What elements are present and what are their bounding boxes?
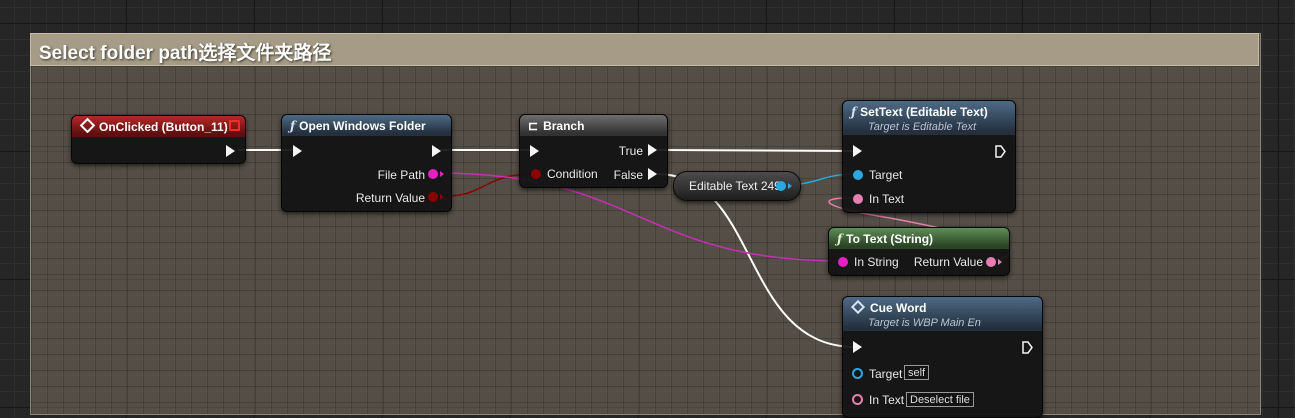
- instring-pin[interactable]: [838, 257, 848, 267]
- function-icon: ƒ: [290, 119, 296, 133]
- var-out-pin[interactable]: [776, 181, 786, 191]
- node-open-title: Open Windows Folder: [299, 119, 426, 133]
- function-icon: ƒ: [837, 232, 843, 246]
- exec-out-pin-outline: [995, 145, 1006, 158]
- node-totext-header: ƒ To Text (String): [829, 228, 1009, 249]
- false-label: False: [613, 168, 643, 182]
- instring-label: In String: [854, 255, 899, 269]
- node-editable-text-var[interactable]: Editable Text 249: [673, 171, 801, 201]
- exec-in-pin[interactable]: [530, 145, 539, 157]
- node-branch-header: ⊏ Branch: [520, 115, 667, 136]
- exec-in-pin[interactable]: [293, 145, 302, 157]
- target-label: Target: [869, 367, 903, 381]
- function-icon: ƒ: [851, 105, 857, 119]
- exec-out-pin[interactable]: [995, 145, 1006, 159]
- exec-wire-true-to-settext: [656, 149, 856, 152]
- branch-icon: ⊏: [528, 119, 539, 133]
- condition-label: Condition: [547, 167, 598, 181]
- event-icon: [79, 117, 96, 134]
- var-label: Editable Text 249: [689, 179, 781, 193]
- node-branch[interactable]: ⊏ Branch True Condition False: [519, 114, 668, 188]
- node-settext-title: SetText (Editable Text): [860, 105, 988, 119]
- node-cueword-subtitle: Target is WBP Main En: [868, 317, 981, 329]
- var-out-pin-arrow: [788, 183, 792, 189]
- node-onclicked[interactable]: OnClicked (Button_11): [71, 115, 246, 164]
- target-pin[interactable]: [852, 368, 863, 379]
- totext-return-label: Return Value: [913, 255, 983, 269]
- intext-pin[interactable]: [853, 194, 863, 204]
- exec-in-pin[interactable]: [853, 341, 862, 353]
- condition-pin[interactable]: [531, 169, 541, 179]
- node-cueword-header: Cue Word Target is WBP Main En: [843, 297, 1042, 331]
- file-path-pin-arrow: [440, 171, 444, 177]
- target-pin[interactable]: [853, 170, 863, 180]
- node-open-header: ƒ Open Windows Folder: [282, 115, 451, 136]
- function-icon: [850, 299, 866, 315]
- exec-out-pin-outline: [1022, 341, 1033, 354]
- node-totext-title: To Text (String): [846, 232, 934, 246]
- wires-layer: [238, 149, 1010, 348]
- totext-return-pin[interactable]: [986, 257, 996, 267]
- true-exec-pin[interactable]: [648, 144, 657, 156]
- exec-in-pin[interactable]: [853, 145, 862, 157]
- exec-out-pin[interactable]: [432, 145, 441, 157]
- return-value-pin-arrow: [440, 194, 444, 200]
- node-settext[interactable]: ƒ SetText (Editable Text) Target is Edita…: [842, 100, 1016, 213]
- exec-out-pin[interactable]: [226, 145, 235, 157]
- node-settext-subtitle: Target is Editable Text: [868, 121, 977, 133]
- node-totext[interactable]: ƒ To Text (String) In String Return Value: [828, 227, 1010, 276]
- target-label: Target: [869, 168, 903, 182]
- node-open-windows-folder[interactable]: ƒ Open Windows Folder File Path Return Va…: [281, 114, 452, 212]
- return-value-label: Return Value: [355, 191, 425, 205]
- false-exec-pin[interactable]: [648, 168, 657, 180]
- node-settext-header: ƒ SetText (Editable Text) Target is Edita…: [843, 101, 1015, 135]
- return-value-pin[interactable]: [428, 192, 438, 202]
- intext-label: In Text: [869, 192, 905, 206]
- file-path-pin[interactable]: [428, 169, 438, 179]
- file-path-label: File Path: [377, 168, 425, 182]
- node-cueword-title: Cue Word: [870, 301, 927, 315]
- delegate-pin[interactable]: [229, 120, 240, 131]
- true-label: True: [618, 144, 643, 158]
- node-onclicked-header: OnClicked (Button_11): [72, 116, 245, 137]
- target-default-field[interactable]: self: [904, 365, 930, 380]
- exec-out-pin[interactable]: [1022, 341, 1033, 355]
- node-onclicked-title: OnClicked (Button_11): [99, 120, 228, 134]
- totext-return-pin-arrow: [998, 259, 1002, 265]
- node-branch-title: Branch: [543, 119, 585, 133]
- intext-label: In Text: [869, 393, 905, 407]
